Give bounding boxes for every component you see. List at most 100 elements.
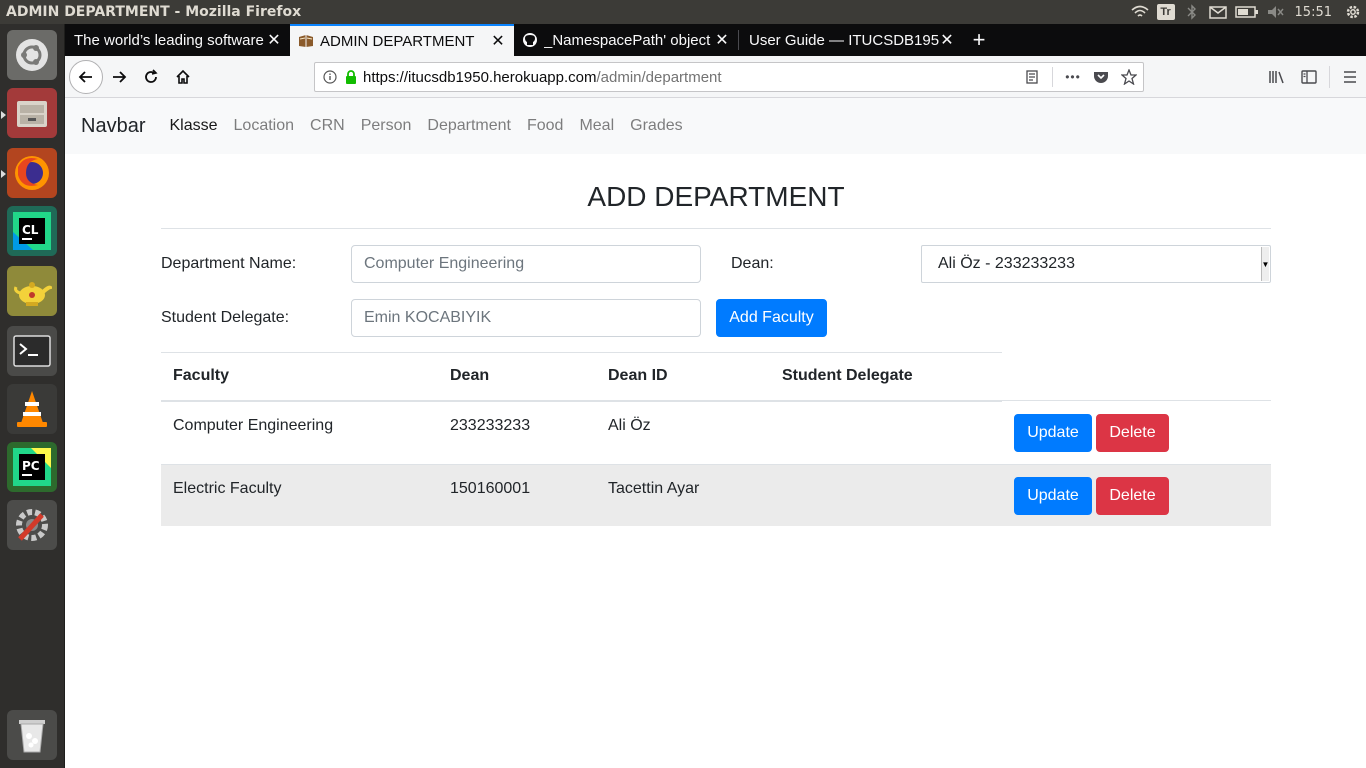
- student-delegate-input[interactable]: Emin KOCABIYIK: [351, 299, 701, 337]
- nav-link-department[interactable]: Department: [419, 117, 519, 135]
- window-title: ADMIN DEPARTMENT - Mozilla Firefox: [6, 4, 302, 20]
- nav-link-crn[interactable]: CRN: [302, 117, 353, 135]
- url-divider: [1052, 67, 1053, 87]
- battery-icon[interactable]: [1231, 0, 1263, 24]
- main-container: ADD DEPARTMENT Department Name: Computer…: [161, 154, 1271, 353]
- form-row-department: Department Name: Computer Engineering De…: [161, 245, 1271, 299]
- clion-icon[interactable]: CL: [7, 206, 57, 256]
- delete-button[interactable]: Delete: [1096, 414, 1169, 452]
- form-row-delegate: Student Delegate: Emin KOCABIYIK Add Fac…: [161, 299, 1271, 353]
- pocket-icon[interactable]: [1087, 63, 1115, 91]
- aladdin-lamp-icon[interactable]: [7, 266, 57, 316]
- reload-button[interactable]: [135, 61, 167, 93]
- trash-icon[interactable]: [7, 710, 57, 760]
- close-icon[interactable]: ✕: [266, 30, 282, 50]
- home-button[interactable]: [167, 61, 199, 93]
- column-header-dean: Dean: [450, 367, 490, 384]
- dean-select[interactable]: Ali Öz - 233233233 ▼: [921, 245, 1271, 283]
- new-tab-button[interactable]: +: [963, 24, 995, 56]
- tab-admin-department[interactable]: ADMIN DEPARTMENT ✕: [290, 24, 514, 56]
- nav-link-food[interactable]: Food: [519, 117, 571, 135]
- arrow-right-icon: [113, 70, 127, 83]
- dean-selected-value: Ali Öz - 233233233: [938, 255, 1075, 272]
- page-content: Navbar Klasse Location CRN Person Depart…: [65, 98, 1366, 768]
- system-top-panel: ADMIN DEPARTMENT - Mozilla Firefox Tr 15…: [0, 0, 1366, 24]
- pycharm-icon[interactable]: PC: [7, 442, 57, 492]
- library-icon[interactable]: [1261, 61, 1293, 93]
- url-actions: •••: [1018, 63, 1143, 91]
- volume-muted-icon[interactable]: [1263, 0, 1289, 24]
- ubuntu-dash-icon[interactable]: [7, 30, 57, 80]
- nav-link-klasse[interactable]: Klasse: [161, 117, 225, 135]
- nav-link-meal[interactable]: Meal: [571, 117, 622, 135]
- forward-button[interactable]: [103, 61, 135, 93]
- column-header-dean-id: Dean ID: [608, 367, 668, 384]
- add-faculty-button[interactable]: Add Faculty: [716, 299, 827, 337]
- tab-title: User Guide — ITUCSDB1950: [749, 31, 939, 49]
- svg-text:CL: CL: [22, 223, 39, 237]
- hamburger-menu-icon[interactable]: [1334, 61, 1366, 93]
- running-indicator: [1, 111, 6, 119]
- cell-dean: 150160001: [450, 480, 531, 497]
- delete-button[interactable]: Delete: [1096, 477, 1169, 515]
- github-icon: [523, 33, 537, 47]
- vlc-icon[interactable]: [7, 384, 57, 434]
- column-header-student-delegate: Student Delegate: [782, 367, 913, 384]
- lock-icon[interactable]: [345, 70, 363, 84]
- update-button[interactable]: Update: [1014, 414, 1092, 452]
- tab-user-guide[interactable]: User Guide — ITUCSDB1950 ✕: [739, 24, 963, 56]
- nav-link-grades[interactable]: Grades: [622, 117, 690, 135]
- tab-title: _NamespacePath' object: [544, 31, 711, 49]
- column-header-faculty: Faculty: [173, 367, 230, 384]
- toolbar-right: [1261, 61, 1366, 93]
- cell-faculty: Computer Engineering: [173, 417, 334, 434]
- tab-namespacepath[interactable]: _NamespacePath' object ✕: [514, 24, 738, 56]
- url-bar[interactable]: https://itucsdb1950.herokuapp.com/admin/…: [314, 62, 1144, 92]
- table-header: Faculty Dean Dean ID Student Delegate: [161, 352, 1002, 402]
- cell-dean: 233233233: [450, 417, 531, 434]
- header-rule: [1002, 400, 1271, 401]
- page-actions-menu[interactable]: •••: [1059, 63, 1087, 91]
- nav-link-person[interactable]: Person: [353, 117, 420, 135]
- nav-link-location[interactable]: Location: [226, 117, 303, 135]
- info-icon[interactable]: [315, 70, 345, 84]
- arrow-left-icon: [78, 70, 92, 83]
- files-icon[interactable]: [7, 88, 57, 138]
- navbar-brand[interactable]: Navbar: [81, 115, 145, 138]
- sidebar-icon[interactable]: [1293, 61, 1325, 93]
- system-settings-icon[interactable]: [7, 500, 57, 550]
- reader-view-icon[interactable]: [1018, 63, 1046, 91]
- bookmark-star-icon[interactable]: [1115, 63, 1143, 91]
- browser-toolbar: https://itucsdb1950.herokuapp.com/admin/…: [65, 56, 1366, 98]
- launcher: CL PC: [0, 24, 65, 768]
- mail-icon[interactable]: [1205, 0, 1231, 24]
- close-icon[interactable]: ✕: [939, 30, 955, 50]
- table-row: Computer Engineering 233233233 Ali Öz Up…: [161, 402, 1271, 464]
- system-indicators: Tr 15:51: [1127, 0, 1366, 24]
- terminal-icon[interactable]: [7, 326, 57, 376]
- department-name-input[interactable]: Computer Engineering: [351, 245, 701, 283]
- bluetooth-icon[interactable]: [1179, 0, 1205, 24]
- dean-label: Dean:: [731, 255, 774, 272]
- faculty-table: Faculty Dean Dean ID Student Delegate Co…: [161, 352, 1271, 526]
- home-icon: [176, 69, 190, 84]
- gear-icon[interactable]: [1340, 0, 1366, 24]
- clock[interactable]: 15:51: [1289, 5, 1340, 20]
- firefox-icon[interactable]: [7, 148, 57, 198]
- cell-dean-id: Tacettin Ayar: [608, 480, 700, 497]
- student-delegate-label: Student Delegate:: [161, 309, 290, 326]
- tab-title: ADMIN DEPARTMENT: [320, 32, 475, 50]
- tab-strip: The world’s leading software ✕ ADMIN DEP…: [65, 24, 1366, 56]
- close-icon[interactable]: ✕: [714, 30, 730, 50]
- url-text: https://itucsdb1950.herokuapp.com/admin/…: [363, 69, 722, 86]
- close-icon[interactable]: ✕: [490, 31, 506, 51]
- toolbar-divider: [1329, 66, 1330, 88]
- back-button[interactable]: [69, 59, 103, 94]
- keyboard-layout-indicator[interactable]: Tr: [1153, 0, 1179, 24]
- wifi-icon[interactable]: [1127, 0, 1153, 24]
- tab-title: The world’s leading software: [74, 31, 264, 49]
- update-button[interactable]: Update: [1014, 477, 1092, 515]
- tab-software[interactable]: The world’s leading software ✕: [65, 24, 290, 56]
- cell-dean-id: Ali Öz: [608, 417, 651, 434]
- url-host: https://itucsdb1950.herokuapp.com: [363, 68, 597, 86]
